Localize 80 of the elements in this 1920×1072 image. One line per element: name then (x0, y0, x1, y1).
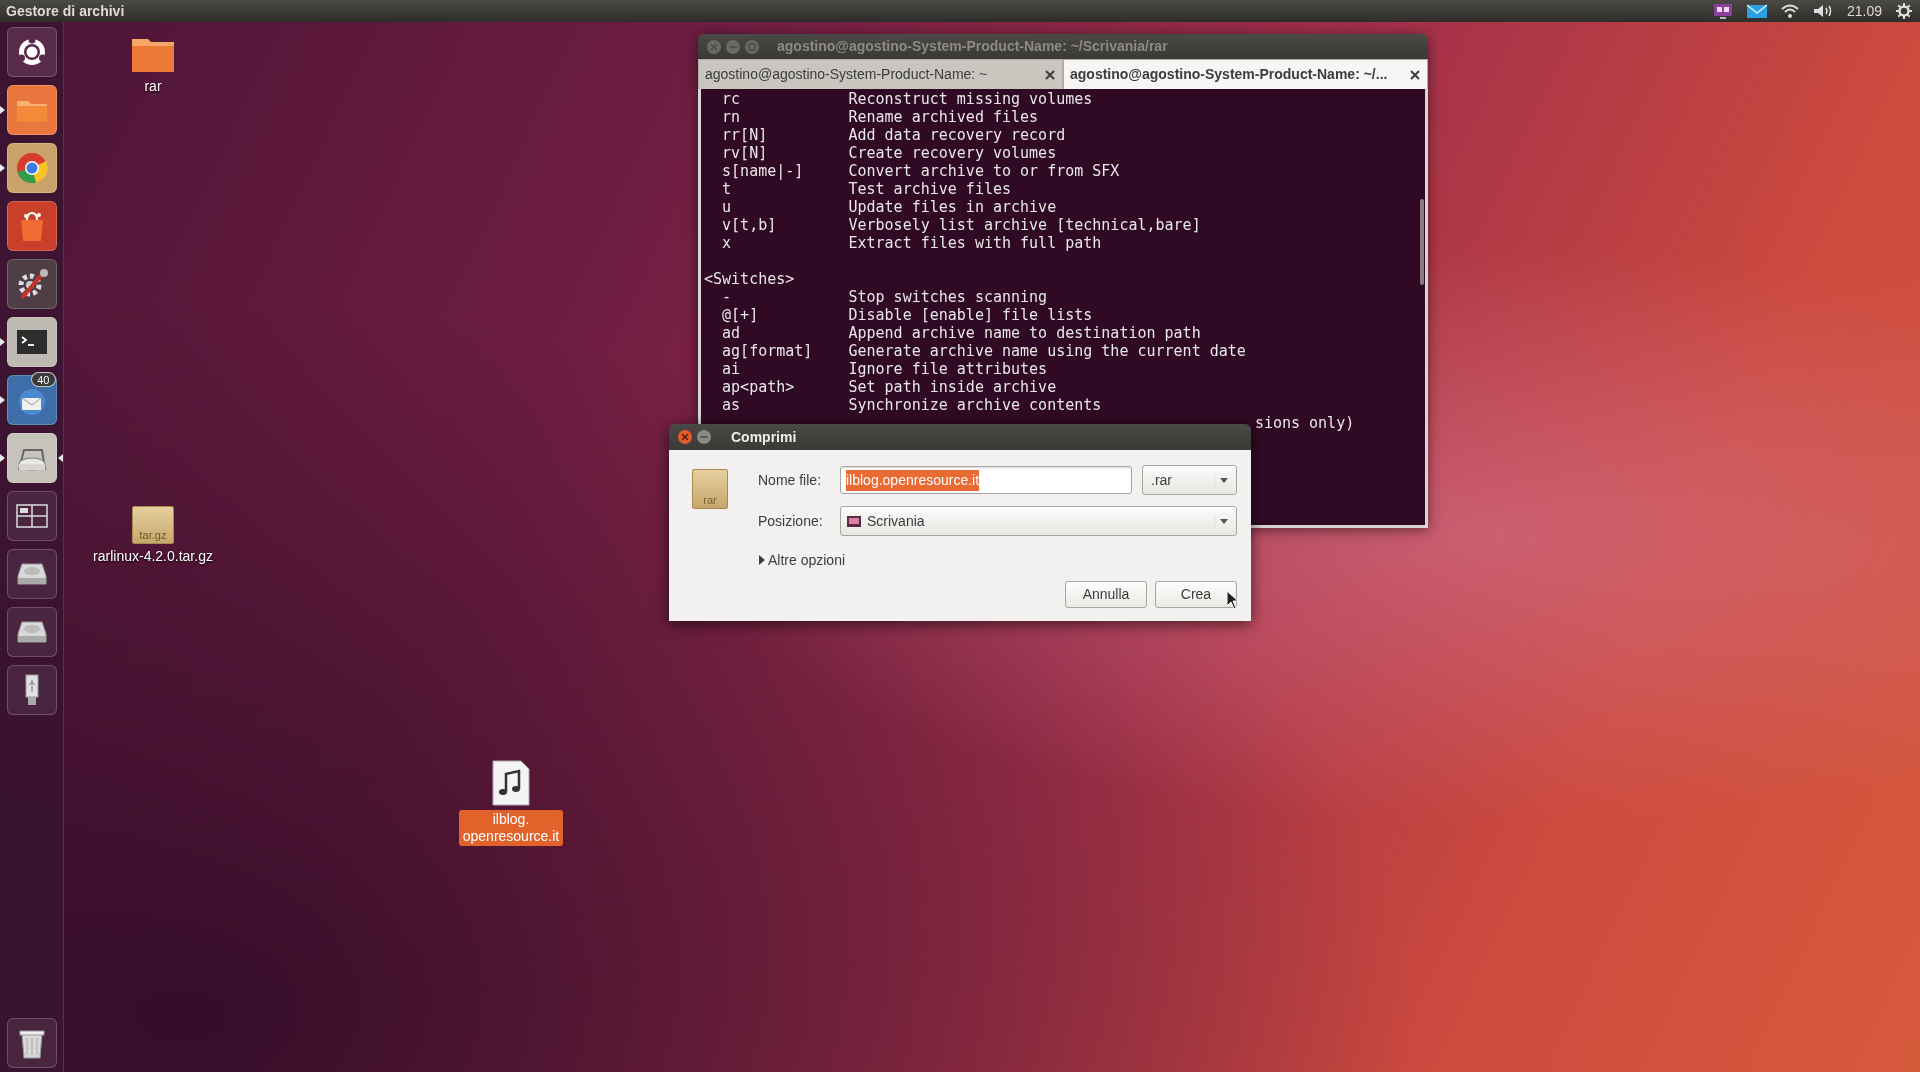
file-label[interactable]: rar (140, 78, 166, 95)
terminal-tab[interactable]: agostino@agostino-System-Product-Name: ~/... (1063, 59, 1428, 89)
launcher-button[interactable] (6, 433, 57, 483)
command-text: as (722, 396, 742, 414)
launcher-button[interactable] (6, 259, 57, 309)
launcher-button[interactable] (6, 317, 57, 367)
launcher-button[interactable] (6, 375, 57, 425)
minimize-icon[interactable] (696, 429, 712, 445)
display-icon[interactable] (1712, 3, 1733, 19)
window-title: agostino@agostino-System-Product-Name: ~/Scrivania/rar (777, 37, 1168, 56)
command-text: s[name|-] (722, 162, 805, 180)
description-text: sions only) (1254, 414, 1355, 432)
count-badge: 40 (31, 372, 56, 387)
close-icon[interactable] (1044, 68, 1056, 81)
description-text: Synchronize archive contents (848, 396, 1102, 414)
file-label[interactable]: rarlinux-4.2.0.tar.gz (89, 548, 217, 565)
section-heading: <Switches> (704, 270, 795, 288)
command-text: x (722, 234, 733, 252)
command-text: @[+] (722, 306, 760, 324)
command-text: ai (722, 360, 742, 378)
format-dropdown[interactable]: .rar (1142, 465, 1237, 495)
description-text: Update files in archive (848, 198, 1057, 216)
field-label: Posizione: (758, 511, 824, 531)
command-text: t (722, 180, 733, 198)
description-text: Convert archive to or from SFX (848, 162, 1120, 180)
description-text: Ignore file attributes (848, 360, 1048, 378)
icon-caption: rar (703, 495, 717, 506)
command-text: rr[N] (722, 126, 769, 144)
icon-caption: tar.gz (139, 530, 167, 541)
clock-text[interactable]: 21.09 (1846, 0, 1882, 22)
description-text: Disable [enable] file lists (848, 306, 1093, 324)
description-text: Create recovery volumes (848, 144, 1057, 162)
gear-icon[interactable] (1896, 3, 1912, 19)
volume-icon[interactable] (1812, 4, 1833, 18)
music-note-icon (491, 760, 531, 806)
location-dropdown[interactable]: Scrivania (840, 506, 1237, 536)
description-text: Reconstruct missing volumes (848, 90, 1093, 108)
envelope-icon[interactable] (1746, 4, 1767, 18)
description-text: Add data recovery record (848, 126, 1066, 144)
command-text: rv[N] (722, 144, 769, 162)
caret-icon (1214, 515, 1230, 527)
launcher-button[interactable] (6, 143, 57, 193)
expander[interactable]: Altre opzioni (758, 551, 846, 569)
description-text: Rename archived files (848, 108, 1039, 126)
command-text: ap<path> (722, 378, 796, 396)
command-text: v[t,b] (722, 216, 778, 234)
mouse-pointer-icon (1226, 590, 1239, 610)
terminal-tab[interactable]: agostino@agostino-System-Product-Name: ~ (698, 59, 1063, 89)
description-text: Stop switches scanning (848, 288, 1048, 306)
command-text: - (722, 288, 733, 306)
description-text: Set path inside archive (848, 378, 1057, 396)
folder-icon (130, 36, 176, 74)
scrollbar-thumb[interactable] (1420, 199, 1424, 285)
launcher-button[interactable] (6, 665, 57, 715)
command-text: rn (722, 108, 742, 126)
description-text: Extract files with full path (848, 234, 1102, 252)
caret-icon (1214, 474, 1230, 486)
description-text: Append archive name to destination path (848, 324, 1201, 342)
command-text: rc (722, 90, 742, 108)
field-label: Nome file: (758, 470, 823, 490)
command-text: u (722, 198, 733, 216)
dialog-button[interactable]: Crea (1155, 581, 1237, 608)
launcher-button[interactable] (6, 85, 57, 135)
close-icon[interactable] (1409, 68, 1421, 81)
wifi-icon[interactable] (1780, 4, 1799, 18)
description-text: Generate archive name using the current date (848, 342, 1246, 360)
app-title: Gestore di archivi (6, 1, 125, 21)
command-text: ag[format] (722, 342, 814, 360)
description-text: Test archive files (848, 180, 1012, 198)
launcher-button[interactable] (6, 201, 57, 251)
desktop-icon (847, 515, 861, 527)
dialog-title: Comprimi (731, 427, 797, 447)
command-text: ad (722, 324, 742, 342)
description-text: Verbosely list archive [technical,bare] (848, 216, 1201, 234)
launcher-button[interactable] (6, 491, 57, 541)
launcher-button[interactable] (6, 607, 57, 657)
dialog-button[interactable]: Annulla (1065, 581, 1147, 608)
launcher-button[interactable] (6, 549, 57, 599)
launcher-button[interactable] (6, 1018, 57, 1068)
launcher-button[interactable] (6, 27, 57, 77)
